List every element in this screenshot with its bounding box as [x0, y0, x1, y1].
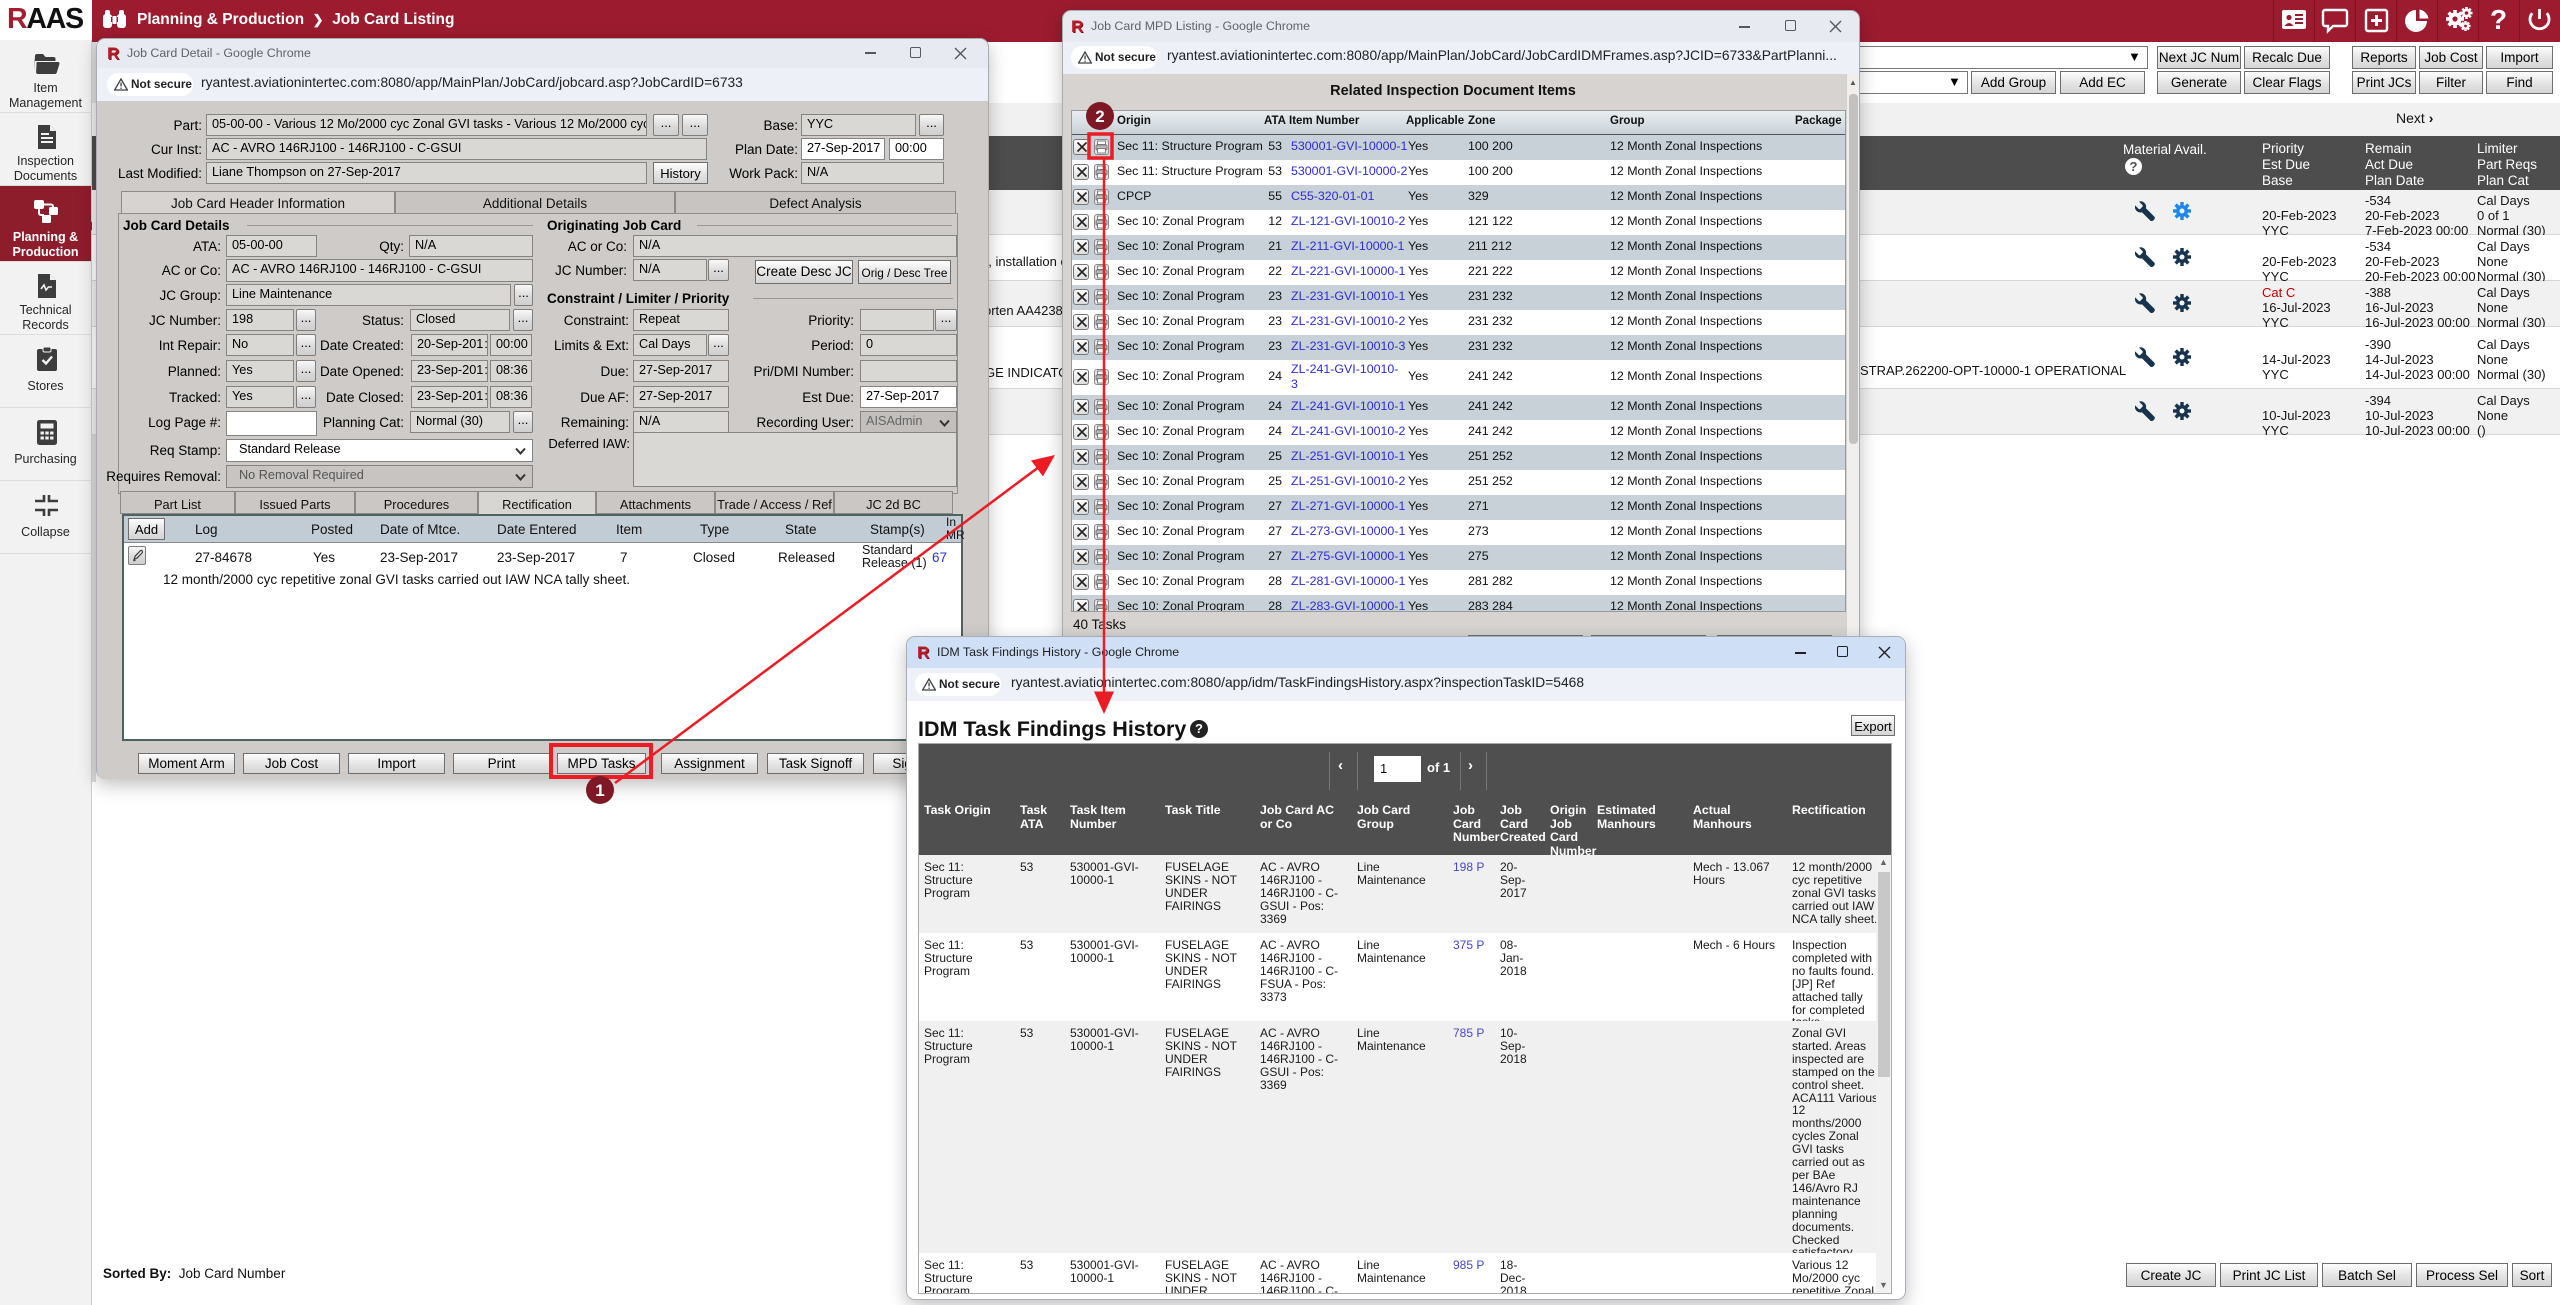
- svg-text:2: 2: [1095, 107, 1104, 126]
- svg-text:1: 1: [595, 781, 604, 800]
